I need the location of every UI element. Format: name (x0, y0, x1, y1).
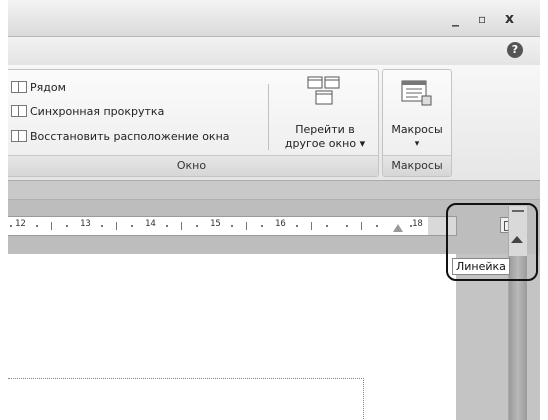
synchronous-scrolling-icon (11, 105, 27, 117)
ribbon-bottom-bar (8, 181, 540, 200)
macros-group: Макросы ▾ Макросы (382, 69, 452, 177)
switch-windows-button[interactable]: Перейти в другое окно ▾ (277, 76, 373, 152)
macros-dropdown-arrow: ▾ (414, 139, 420, 149)
reset-window-position-button[interactable]: Восстановить расположение окна (11, 127, 230, 147)
document-page[interactable] (8, 254, 456, 420)
ruler-number: 13 (80, 219, 91, 229)
right-indent-marker[interactable] (393, 224, 403, 232)
synchronous-scrolling-button[interactable]: Синхронная прокрутка (11, 102, 164, 122)
side-by-side-icon (11, 81, 27, 93)
ribbon-tab-row: ? (8, 37, 540, 65)
reset-window-position-label: Восстановить расположение окна (30, 130, 230, 143)
ribbon: Рядом Синхронная прокрутка Восстановить … (8, 65, 540, 181)
macros-button[interactable]: Макросы ▾ (385, 76, 449, 152)
minimize-button[interactable]: _ (452, 12, 459, 26)
group-separator (268, 84, 269, 150)
macros-label: Макросы (391, 123, 443, 136)
synchronous-scrolling-label: Синхронная прокрутка (30, 105, 165, 118)
window-group-label: Окно (8, 155, 378, 176)
text-boundary (8, 378, 364, 420)
switch-windows-icon (307, 76, 340, 105)
side-by-side-button[interactable]: Рядом (11, 78, 66, 98)
reset-window-position-icon (11, 130, 27, 142)
ruler-number: 18 (412, 219, 423, 229)
switch-windows-line1: Перейти в (295, 123, 355, 136)
side-by-side-label: Рядом (30, 81, 66, 94)
ruler-number: 15 (210, 219, 221, 229)
macros-group-label: Макросы (383, 155, 451, 176)
help-icon[interactable]: ? (507, 42, 523, 58)
restore-button[interactable]: ▫ (478, 12, 486, 26)
macros-icon (401, 80, 432, 106)
switch-windows-line2: другое окно ▾ (284, 137, 366, 150)
horizontal-ruler[interactable]: 12 13 14 15 16 18 (8, 216, 457, 236)
ruler-number: 12 (15, 219, 26, 229)
ruler-number: 14 (145, 219, 156, 229)
title-bar: _ ▫ x (8, 0, 540, 37)
ruler-number: 16 (275, 219, 286, 229)
close-button[interactable]: x (505, 12, 514, 26)
ruler-tooltip: Линейка (452, 258, 510, 275)
window-group: Рядом Синхронная прокрутка Восстановить … (8, 69, 379, 177)
